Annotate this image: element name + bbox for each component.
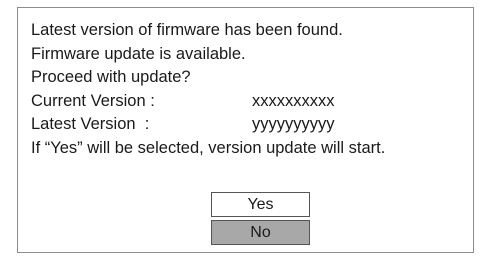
latest-version-value: yyyyyyyyyy <box>252 115 335 134</box>
message-line-available: Firmware update is available. <box>31 44 246 63</box>
update-note: If “Yes” will be selected, version updat… <box>31 138 386 157</box>
current-version-label: Current Version : <box>31 91 155 110</box>
current-version-value: xxxxxxxxxx <box>252 91 335 110</box>
latest-version-row: Latest Version : yyyyyyyyyy <box>31 113 385 137</box>
yes-button[interactable]: Yes <box>211 192 310 217</box>
no-button[interactable]: No <box>211 220 310 245</box>
dialog-message: Latest version of firmware has been foun… <box>31 19 385 161</box>
message-line-found: Latest version of firmware has been foun… <box>31 21 343 39</box>
message-line-proceed: Proceed with update? <box>31 68 191 87</box>
current-version-row: Current Version : xxxxxxxxxx <box>31 90 385 114</box>
firmware-update-dialog: Latest version of firmware has been foun… <box>17 7 474 253</box>
latest-version-label: Latest Version : <box>31 115 150 134</box>
